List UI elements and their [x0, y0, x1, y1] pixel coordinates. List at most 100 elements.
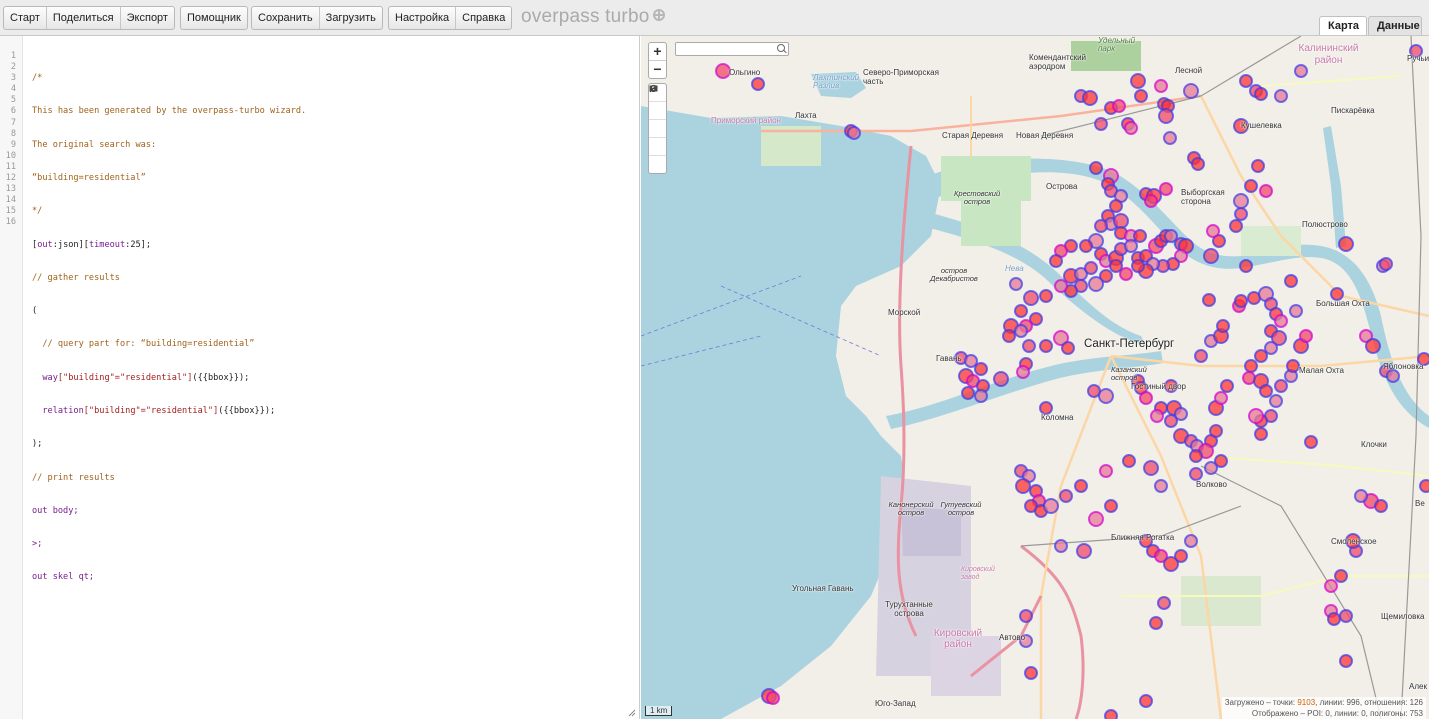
- building-marker[interactable]: [1334, 569, 1348, 583]
- run-button[interactable]: Старт: [4, 7, 47, 29]
- building-marker[interactable]: [1143, 460, 1159, 476]
- building-marker[interactable]: [1248, 408, 1264, 424]
- building-marker[interactable]: [1251, 159, 1265, 173]
- building-marker[interactable]: [1339, 654, 1353, 668]
- building-marker[interactable]: [1189, 449, 1203, 463]
- building-marker[interactable]: [1206, 224, 1220, 238]
- building-marker[interactable]: [1220, 379, 1234, 393]
- building-marker[interactable]: [1130, 73, 1146, 89]
- building-marker[interactable]: [1094, 117, 1108, 131]
- building-marker[interactable]: [1112, 99, 1126, 113]
- building-marker[interactable]: [1204, 461, 1218, 475]
- building-marker[interactable]: [1154, 79, 1168, 93]
- building-marker[interactable]: [1239, 259, 1253, 273]
- building-marker[interactable]: [1229, 219, 1243, 233]
- building-marker[interactable]: [1158, 108, 1174, 124]
- building-marker[interactable]: [1419, 479, 1429, 493]
- fullscreen-button[interactable]: [649, 85, 666, 138]
- building-marker[interactable]: [715, 63, 731, 79]
- building-marker[interactable]: [1043, 498, 1059, 514]
- share-button[interactable]: Поделиться: [47, 7, 121, 29]
- export-button[interactable]: Экспорт: [121, 7, 174, 29]
- building-marker[interactable]: [1284, 274, 1298, 288]
- building-marker[interactable]: [1299, 329, 1313, 343]
- building-marker[interactable]: [1339, 609, 1353, 623]
- building-marker[interactable]: [1139, 694, 1153, 708]
- building-marker[interactable]: [1164, 414, 1178, 428]
- building-marker[interactable]: [1039, 289, 1053, 303]
- building-marker[interactable]: [1039, 339, 1053, 353]
- building-marker[interactable]: [1254, 427, 1268, 441]
- building-marker[interactable]: [1061, 341, 1075, 355]
- building-marker[interactable]: [1374, 499, 1388, 513]
- building-marker[interactable]: [1163, 131, 1177, 145]
- tab-data[interactable]: Данные: [1368, 16, 1422, 35]
- building-marker[interactable]: [1098, 388, 1114, 404]
- building-marker[interactable]: [1002, 329, 1016, 343]
- building-marker[interactable]: [1133, 229, 1147, 243]
- building-marker[interactable]: [1131, 259, 1145, 273]
- building-marker[interactable]: [1099, 464, 1113, 478]
- building-marker[interactable]: [1174, 549, 1188, 563]
- building-marker[interactable]: [1082, 90, 1098, 106]
- building-marker[interactable]: [974, 362, 988, 376]
- building-marker[interactable]: [1104, 709, 1118, 719]
- building-marker[interactable]: [1016, 365, 1030, 379]
- building-marker[interactable]: [1189, 467, 1203, 481]
- building-marker[interactable]: [1049, 254, 1063, 268]
- building-marker[interactable]: [1104, 499, 1118, 513]
- building-marker[interactable]: [1094, 219, 1108, 233]
- building-marker[interactable]: [1274, 379, 1288, 393]
- building-marker[interactable]: [1015, 478, 1031, 494]
- building-marker[interactable]: [1014, 304, 1028, 318]
- building-marker[interactable]: [1024, 666, 1038, 680]
- building-marker[interactable]: [766, 691, 780, 705]
- building-marker[interactable]: [1203, 248, 1219, 264]
- building-marker[interactable]: [1209, 424, 1223, 438]
- resize-grip-icon[interactable]: [628, 709, 636, 717]
- building-marker[interactable]: [1009, 277, 1023, 291]
- building-marker[interactable]: [1183, 83, 1199, 99]
- building-marker[interactable]: [1304, 435, 1318, 449]
- building-marker[interactable]: [1286, 359, 1300, 373]
- building-marker[interactable]: [1254, 87, 1268, 101]
- building-marker[interactable]: [1269, 394, 1283, 408]
- building-marker[interactable]: [1019, 609, 1033, 623]
- building-marker[interactable]: [1076, 543, 1092, 559]
- building-marker[interactable]: [1149, 616, 1163, 630]
- building-marker[interactable]: [1274, 314, 1288, 328]
- building-marker[interactable]: [1074, 479, 1088, 493]
- building-marker[interactable]: [1234, 207, 1248, 221]
- building-marker[interactable]: [1202, 293, 1216, 307]
- building-marker[interactable]: [847, 126, 861, 140]
- building-marker[interactable]: [1194, 349, 1208, 363]
- building-marker[interactable]: [1386, 369, 1400, 383]
- zoom-in-button[interactable]: +: [649, 43, 666, 61]
- building-marker[interactable]: [1259, 184, 1273, 198]
- building-marker[interactable]: [1079, 239, 1093, 253]
- building-marker[interactable]: [1244, 179, 1258, 193]
- zoom-out-button[interactable]: −: [649, 61, 666, 78]
- building-marker[interactable]: [1084, 261, 1098, 275]
- building-marker[interactable]: [1139, 391, 1153, 405]
- building-marker[interactable]: [751, 77, 765, 91]
- building-marker[interactable]: [1239, 74, 1253, 88]
- building-marker[interactable]: [1244, 359, 1258, 373]
- building-marker[interactable]: [1054, 279, 1068, 293]
- building-marker[interactable]: [1379, 257, 1393, 271]
- building-marker[interactable]: [1054, 539, 1068, 553]
- building-marker[interactable]: [1354, 489, 1368, 503]
- clear-data-button[interactable]: [649, 85, 666, 173]
- query-editor[interactable]: 1 2 3 4 5 6 7 8 9 10 11 12 13 14 15 16 /* This has been…: [0, 36, 640, 719]
- building-marker[interactable]: [1159, 182, 1173, 196]
- load-button[interactable]: Загрузить: [320, 7, 382, 29]
- building-marker[interactable]: [1184, 534, 1198, 548]
- building-marker[interactable]: [1327, 612, 1341, 626]
- tab-map[interactable]: Карта: [1319, 16, 1367, 35]
- locate-button[interactable]: [649, 85, 666, 120]
- building-marker[interactable]: [1234, 294, 1248, 308]
- save-button[interactable]: Сохранить: [252, 7, 320, 29]
- building-marker[interactable]: [1144, 194, 1158, 208]
- building-marker[interactable]: [1122, 454, 1136, 468]
- toggle-data-button[interactable]: [649, 86, 666, 156]
